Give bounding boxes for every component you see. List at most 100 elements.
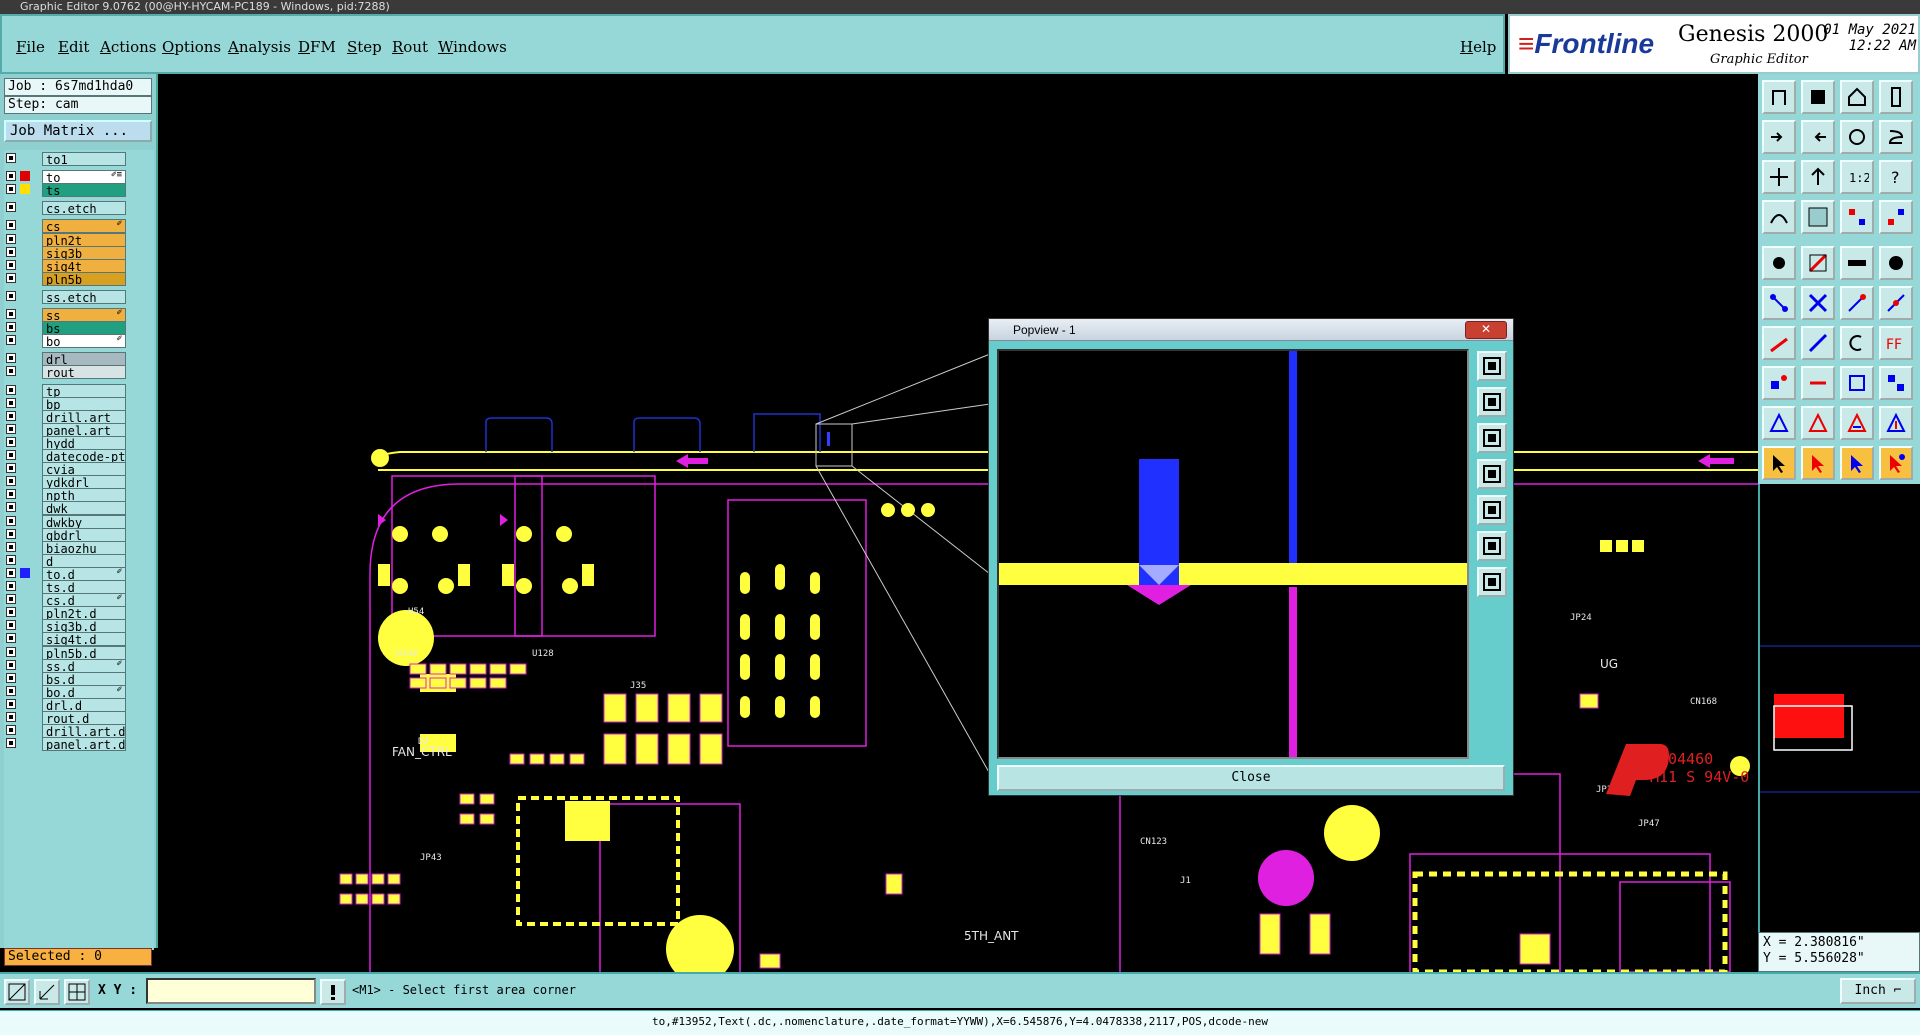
layer-row[interactable]: pln2t.d	[6, 606, 126, 621]
layer-checkbox[interactable]	[6, 502, 16, 513]
layer-checkbox[interactable]	[6, 397, 16, 408]
layer-row[interactable]: ss.etch	[6, 289, 126, 304]
layer-row[interactable]: pln2t	[6, 232, 126, 247]
layer-checkbox[interactable]	[6, 272, 16, 283]
mirror-icon[interactable]: FF	[1879, 326, 1913, 360]
layers-icon[interactable]	[1879, 80, 1913, 114]
menu-help[interactable]: Help	[1460, 38, 1496, 56]
layer-row[interactable]: ss.d ✐	[6, 658, 126, 673]
popview-canvas[interactable]	[997, 349, 1469, 759]
red-line-icon[interactable]	[1762, 326, 1796, 360]
layer-row[interactable]: drl.d	[6, 697, 126, 712]
grid-icon[interactable]	[64, 979, 90, 1005]
layer-checkbox[interactable]	[6, 463, 16, 474]
layer-checkbox[interactable]	[6, 515, 16, 526]
pointer-select-icon[interactable]	[1879, 446, 1913, 480]
layer-row[interactable]: sig3b.d	[6, 619, 126, 634]
measure-icon[interactable]	[34, 979, 60, 1005]
layer-checkbox[interactable]	[6, 581, 16, 591]
menu-step[interactable]: Step	[347, 38, 382, 56]
layer-checkbox[interactable]	[6, 436, 16, 447]
pv-measure-icon[interactable]	[1477, 531, 1507, 561]
snap-icon[interactable]	[1879, 120, 1913, 154]
xy-input[interactable]	[146, 978, 316, 1004]
layer-row[interactable]: ts	[6, 183, 126, 198]
layer-row[interactable]: dwk	[6, 501, 126, 516]
line-icon[interactable]	[1801, 246, 1835, 280]
layer-row[interactable]: pln5b.d	[6, 645, 126, 660]
layer-row[interactable]: sig4t	[6, 258, 126, 273]
layer-row[interactable]: drill.art.d	[6, 724, 126, 739]
triangle-red-icon[interactable]	[1801, 406, 1835, 440]
layer-checkbox[interactable]	[6, 738, 16, 749]
menu-edit[interactable]: Edit	[58, 38, 89, 56]
layer-row[interactable]: bp	[6, 396, 126, 411]
pv-pan-icon[interactable]	[1477, 459, 1507, 489]
pv-center-icon[interactable]	[1477, 495, 1507, 525]
layer-row[interactable]: to1	[6, 152, 126, 166]
surface-icon[interactable]	[1840, 246, 1874, 280]
layer-row[interactable]: pln5b	[6, 271, 126, 286]
save-icon[interactable]	[1801, 80, 1835, 114]
layer-checkbox[interactable]	[6, 450, 16, 460]
layer-row[interactable]: bo ✐	[6, 334, 126, 349]
dot-icon[interactable]	[1879, 246, 1913, 280]
triangle-split-icon[interactable]	[1879, 406, 1913, 440]
menu-analysis[interactable]: Analysis	[228, 38, 291, 56]
layer-checkbox[interactable]	[6, 171, 16, 182]
zoom-icon[interactable]	[1801, 160, 1835, 194]
layer-row[interactable]: drl	[6, 352, 126, 367]
layer-row[interactable]: gbdrl	[6, 527, 126, 542]
pointer-icon[interactable]	[1762, 446, 1796, 480]
layer-checkbox[interactable]	[6, 476, 16, 487]
layer-row[interactable]: d	[6, 553, 126, 568]
layer-checkbox[interactable]	[6, 725, 16, 736]
pointer-red-icon[interactable]	[1801, 446, 1835, 480]
triangle-mixed-icon[interactable]	[1840, 406, 1874, 440]
pv-zoom-fit-icon[interactable]	[1477, 351, 1507, 381]
move-right-icon[interactable]	[1762, 120, 1796, 154]
layer-checkbox[interactable]	[6, 541, 16, 552]
layer-checkbox[interactable]	[6, 410, 16, 421]
layer-row[interactable]: panel.art.d	[6, 737, 126, 752]
layer-row[interactable]: cs.d ✐	[6, 593, 126, 608]
pad-icon[interactable]	[1762, 246, 1796, 280]
pv-grid-icon[interactable]	[1477, 567, 1507, 597]
layer-checkbox[interactable]	[6, 309, 16, 319]
layer-row[interactable]: cs.etch	[6, 201, 126, 216]
layer-row[interactable]: cvia	[6, 462, 126, 477]
layer-checkbox[interactable]	[6, 366, 16, 377]
layer-checkbox[interactable]	[6, 220, 16, 231]
layer-checkbox[interactable]	[6, 246, 16, 257]
layer-checkbox[interactable]	[6, 685, 16, 696]
arc-tool-icon[interactable]	[1840, 326, 1874, 360]
scale-icon[interactable]: 1:2	[1840, 160, 1874, 194]
connect-icon[interactable]	[1762, 286, 1796, 320]
layer-row[interactable]: ss ✐	[6, 308, 126, 322]
pv-zoom-out-icon[interactable]	[1477, 423, 1507, 453]
grid-icon[interactable]	[1801, 200, 1835, 234]
layer-checkbox[interactable]	[6, 489, 16, 500]
menu-options[interactable]: Options	[162, 38, 221, 56]
layer-row[interactable]: sig3b	[6, 245, 126, 260]
layer-checkbox[interactable]	[6, 184, 16, 195]
layer-row[interactable]: tp	[6, 383, 126, 398]
layer-row[interactable]: bs.d	[6, 671, 126, 686]
layer-row[interactable]: sig4t.d	[6, 632, 126, 647]
move-left-icon[interactable]	[1801, 120, 1835, 154]
layer-row[interactable]: ydkdrl	[6, 475, 126, 490]
circle-icon[interactable]	[1840, 120, 1874, 154]
pan-icon[interactable]	[1762, 160, 1796, 194]
layer-row[interactable]: rout.d	[6, 711, 126, 725]
layer-checkbox[interactable]	[6, 202, 16, 213]
layer-checkbox[interactable]	[6, 423, 16, 434]
job-matrix-button[interactable]: Job Matrix ...	[4, 120, 152, 142]
layer-checkbox[interactable]	[6, 698, 16, 709]
layer-row[interactable]: cs ✐	[6, 219, 126, 234]
layer-checkbox[interactable]	[6, 384, 16, 395]
popview-title-bar[interactable]: Popview - 1 ✕	[989, 319, 1513, 341]
layer-checkbox[interactable]	[6, 607, 16, 618]
help-icon[interactable]: ?	[1879, 160, 1913, 194]
menu-windows[interactable]: Windows	[438, 38, 507, 56]
zoom-area-icon[interactable]	[4, 979, 30, 1005]
